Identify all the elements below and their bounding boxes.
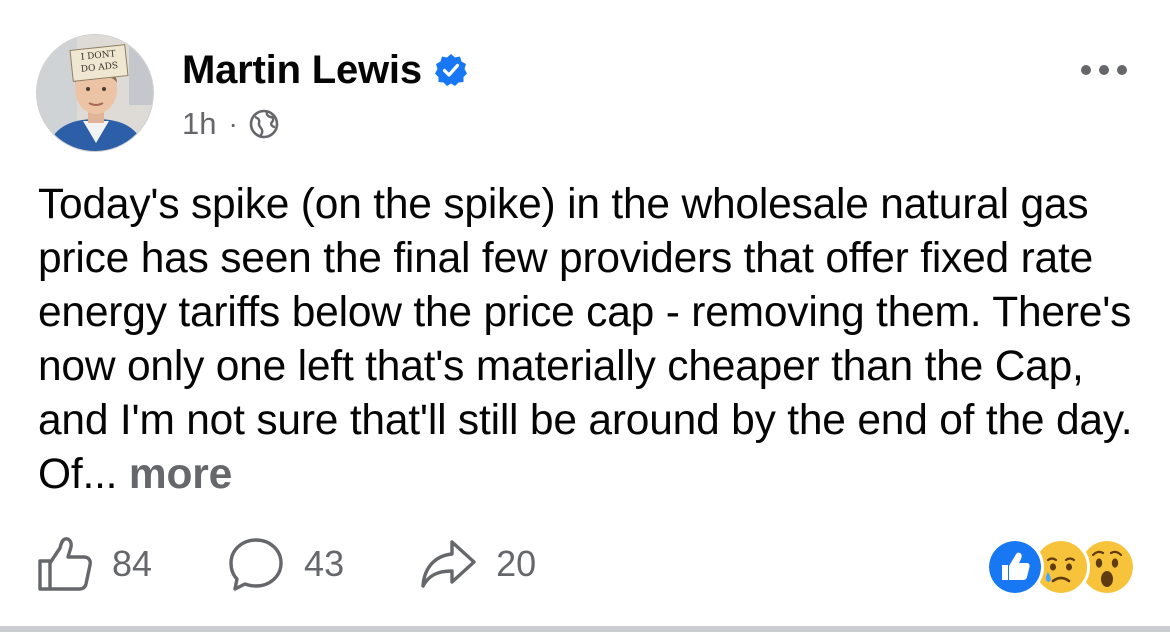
author-row: Martin Lewis	[182, 44, 468, 96]
meta-separator: ·	[228, 108, 238, 139]
author-block: Martin Lewis 1h ·	[182, 44, 468, 144]
comment-button[interactable]: 43	[226, 534, 344, 594]
see-more-link[interactable]: more	[129, 451, 232, 498]
avatar[interactable]: I DONT DO ADS	[36, 34, 154, 152]
like-count: 84	[112, 543, 153, 584]
verified-badge-icon	[434, 54, 467, 86]
author-name[interactable]: Martin Lewis	[182, 48, 422, 93]
post-header: I DONT DO ADS Martin Lewis 1h ·	[36, 34, 1136, 158]
post-body: Today's spike (on the spike) in the whol…	[38, 178, 1148, 502]
share-icon	[421, 540, 476, 588]
like-reaction-icon	[986, 538, 1044, 596]
post-timestamp[interactable]: 1h	[182, 106, 216, 142]
avatar-badge: I DONT DO ADS	[69, 44, 129, 82]
comment-count: 43	[304, 543, 345, 584]
dot	[1081, 65, 1091, 75]
post-actions: 84 43 20	[34, 532, 610, 596]
reactions-summary[interactable]	[986, 538, 1136, 596]
post-meta: 1h ·	[182, 104, 468, 144]
dot	[1099, 65, 1109, 75]
thumbs-up-icon	[38, 537, 92, 591]
more-options-icon[interactable]	[1072, 50, 1136, 90]
globe-icon	[249, 109, 279, 139]
share-count: 20	[496, 543, 537, 584]
post-divider	[0, 626, 1170, 632]
avatar-badge-text: I DONT DO ADS	[80, 49, 119, 75]
dot	[1117, 65, 1127, 75]
like-button[interactable]: 84	[34, 534, 152, 594]
facebook-post: I DONT DO ADS Martin Lewis 1h · Today's …	[0, 0, 1170, 632]
share-button[interactable]: 20	[418, 534, 536, 594]
comment-icon	[229, 538, 283, 591]
